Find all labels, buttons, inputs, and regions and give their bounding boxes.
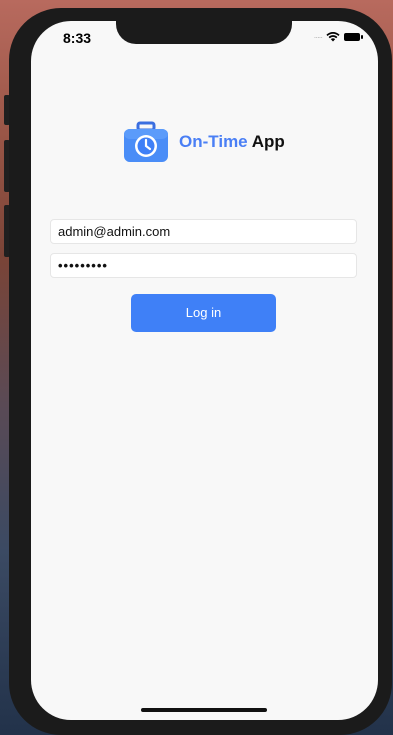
password-field[interactable]: •••••••••	[50, 253, 357, 278]
email-field[interactable]: admin@admin.com	[50, 219, 357, 244]
login-button[interactable]: Log in	[131, 294, 276, 332]
app-title: On-Time App	[179, 132, 285, 152]
status-time: 8:33	[63, 30, 92, 46]
wifi-icon	[326, 32, 340, 42]
app-logo: On-Time App	[123, 121, 285, 163]
app-title-suffix: App	[247, 132, 285, 151]
briefcase-clock-icon	[124, 121, 168, 162]
home-indicator[interactable]	[141, 708, 267, 712]
app-screen: 8:33 ····· On-Time App admin@admin.com •…	[31, 21, 378, 720]
battery-icon	[344, 33, 363, 41]
status-icons: ·····	[313, 32, 363, 42]
notch	[116, 21, 292, 44]
signal-dots-icon: ·····	[313, 32, 323, 42]
app-title-brand: On-Time	[179, 132, 248, 151]
